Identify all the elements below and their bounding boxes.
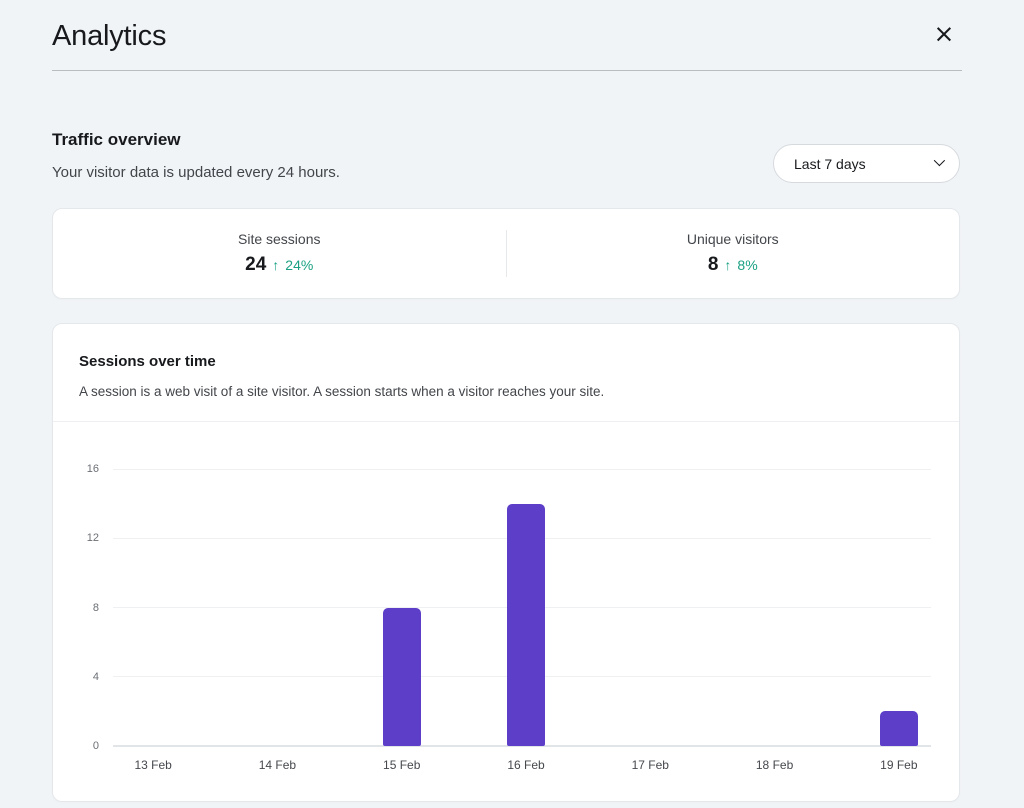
chart-plot: 0481216 13 Feb14 Feb15 Feb16 Feb17 Feb18… [91, 469, 961, 746]
up-arrow-icon: ↑ [724, 257, 731, 273]
stat-change: 24% [285, 257, 313, 273]
up-arrow-icon: ↑ [272, 257, 279, 273]
traffic-stats-card: Site sessions 24 ↑ 24% Unique visitors 8… [52, 208, 960, 299]
x-axis-tick-label: 17 Feb [632, 758, 669, 772]
sessions-over-time-card: Sessions over time A session is a web vi… [52, 323, 960, 802]
x-axis-tick-label: 18 Feb [756, 758, 793, 772]
y-axis-tick-label: 0 [93, 740, 99, 752]
y-axis-tick-label: 8 [93, 602, 99, 614]
x-axis-tick-label: 15 Feb [383, 758, 420, 772]
chart-bar-16-feb[interactable] [507, 504, 545, 746]
y-axis-tick-label: 12 [87, 532, 99, 544]
stat-unique-visitors: Unique visitors 8 ↑ 8% [507, 209, 960, 298]
chart-bar-19-feb[interactable] [880, 711, 918, 746]
x-axis-tick-label: 19 Feb [880, 758, 917, 772]
date-range-dropdown[interactable]: Last 7 days [773, 144, 960, 183]
chart-bar-15-feb[interactable] [383, 608, 421, 747]
stat-value: 24 [245, 254, 266, 276]
chevron-down-icon [934, 155, 945, 166]
close-icon[interactable]: × [928, 18, 960, 50]
sessions-card-divider [53, 421, 959, 422]
date-range-selected-value: Last 7 days [794, 156, 866, 172]
traffic-overview-heading: Traffic overview [52, 130, 181, 150]
page-title: Analytics [52, 20, 166, 53]
header-divider [52, 70, 962, 71]
x-axis-tick-label: 14 Feb [259, 758, 296, 772]
sessions-card-description: A session is a web visit of a site visit… [79, 384, 604, 399]
x-axis-tick-label: 16 Feb [507, 758, 544, 772]
y-axis-tick-label: 4 [93, 671, 99, 683]
gridline-16 [113, 469, 931, 470]
sessions-card-heading: Sessions over time [79, 353, 216, 370]
y-axis-tick-label: 16 [87, 463, 99, 475]
traffic-overview-subtitle: Your visitor data is updated every 24 ho… [52, 164, 340, 181]
stat-label: Site sessions [238, 231, 320, 247]
stat-site-sessions: Site sessions 24 ↑ 24% [53, 209, 506, 298]
stat-value: 8 [708, 254, 719, 276]
x-axis-tick-label: 13 Feb [134, 758, 171, 772]
stat-label: Unique visitors [687, 231, 779, 247]
stat-change: 8% [737, 257, 757, 273]
